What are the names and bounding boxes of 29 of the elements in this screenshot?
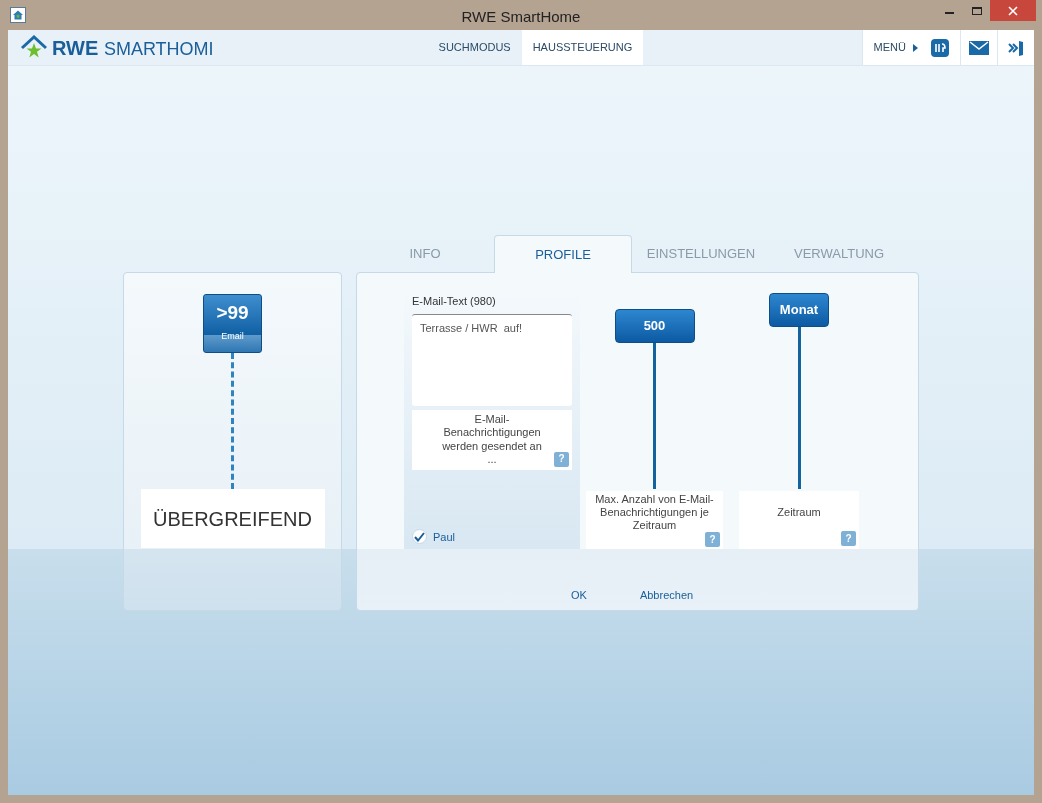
exit-icon [1007,38,1025,57]
setting-label-text: Zeitraum [777,505,821,519]
email-text-label: E-Mail-Text (980) [412,294,497,309]
email-text-field[interactable]: Terrasse / HWR auf! [412,313,572,406]
caret-icon [913,43,918,52]
count-label: Email [221,332,244,341]
close-icon [1008,5,1018,16]
checkbox[interactable] [412,529,427,545]
setting-value-button[interactable]: 500 [614,309,695,343]
scope-label: ÜBERGREIFEND [140,489,325,548]
recipients-info-text: E-Mail-Benachrichtigungen werden gesendet an ... [441,412,543,467]
setting-label-text: Max. Anzahl von E-Mail-Benachrichtigungen je Zeitraum [594,493,715,532]
tab[interactable]: PROFILE [494,235,632,273]
envelope-icon [969,40,989,55]
dialog-button[interactable]: Abbrechen [637,587,696,604]
nav-tab[interactable]: HAUSSTEUERUNG [521,30,644,65]
tab[interactable]: INFO [356,235,494,272]
dialog-button[interactable]: OK [569,587,589,604]
window-title: RWE SmartHome [461,7,581,27]
count-value: >99 [216,303,249,322]
logout-button[interactable] [997,30,1034,65]
app-icon [10,7,26,23]
setting-value-button[interactable]: Monat [769,293,829,327]
logo-text: RWE SMARTHOMI [52,35,214,61]
recipient-checkbox[interactable]: Paul [412,528,572,545]
mail-button[interactable] [960,30,997,65]
nav-tab[interactable]: SUCHMODUS [427,30,522,65]
count-badge[interactable]: >99 Email [203,294,262,353]
menu-button[interactable]: MENÜ [861,30,960,65]
